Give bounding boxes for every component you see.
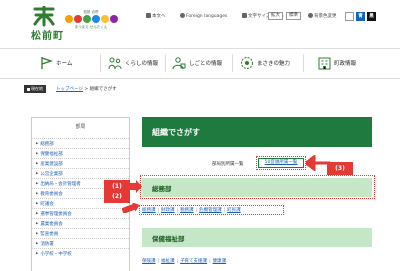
speaker-icon (146, 13, 151, 18)
sidebar-item[interactable]: 監査委員 (32, 228, 129, 237)
nav-item-government[interactable]: 町政情報 (318, 52, 356, 74)
town-logo-icon[interactable] (31, 6, 57, 27)
family-icon (108, 57, 122, 70)
annotation-box-1 (140, 175, 375, 199)
nav-item-work[interactable]: しごとの情報 (172, 52, 222, 74)
link-hoken-ka[interactable]: 保険課 (142, 259, 156, 264)
breadcrumb: トップページ > 組織でさがす (56, 87, 117, 92)
bg-black-button[interactable]: 黒 (367, 12, 376, 21)
nav-divider (232, 54, 233, 72)
annotation-callout-2: (2) (104, 190, 130, 203)
globe-icon (180, 13, 185, 18)
text-size-icon (242, 13, 247, 18)
annotation-arrow-2-icon (122, 203, 140, 213)
nav-item-home[interactable]: ホーム (40, 52, 72, 74)
breadcrumb-current: 組織でさがす (89, 87, 117, 92)
sidebar-item[interactable]: 保健福祉部 (32, 148, 129, 157)
sidebar-title: 部局 (75, 124, 86, 130)
location-icon (27, 87, 30, 91)
foreign-languages-link[interactable]: Foreign languages (180, 13, 227, 19)
palette-icon (308, 13, 313, 18)
mascot-logo: 松前 合併 まつまえ-せんたくん (61, 10, 121, 34)
breadcrumb-top-link[interactable]: トップページ (56, 87, 83, 92)
annotation-callout-3: (3) (327, 162, 353, 175)
dept-list-label: 部局別所属一覧 (212, 162, 244, 167)
link-kosodate-ka[interactable]: 子育て支援課 (180, 259, 207, 264)
nav-divider (303, 54, 304, 72)
flag-icon (41, 57, 53, 69)
nav-label-living: くらしの情報 (125, 61, 159, 67)
nav-divider (165, 54, 166, 72)
sidebar-item[interactable]: 小学校・中学校 (32, 248, 129, 257)
nav-label-home: ホーム (56, 61, 73, 67)
sidebar-item[interactable]: 選挙管理委員会 (32, 208, 129, 217)
background-color-label: 背景色変更 (308, 13, 337, 19)
enlarge-button[interactable]: 拡大 (268, 12, 283, 20)
readspeaker-link[interactable]: 本文へ (146, 13, 166, 19)
current-location-badge: 現在地 (24, 85, 46, 93)
page-title: 組織でさがす (152, 128, 200, 137)
annotation-arrow-1-icon (130, 180, 142, 193)
link-fukushi-ka[interactable]: 福祉課 (161, 259, 175, 264)
flower-icon (241, 57, 253, 69)
text-size-label: 文字サイズ (242, 13, 270, 19)
sidebar-item[interactable]: 総務部 (32, 138, 129, 147)
nav-label-government: 町政情報 (334, 61, 357, 67)
bg-white-button[interactable] (345, 12, 354, 21)
sidebar-item[interactable]: 産業建設部 (32, 158, 129, 167)
bg-blue-button[interactable]: 青 (356, 12, 365, 21)
nav-divider (100, 54, 101, 72)
nav-item-appeal[interactable]: まさきの魅力 (240, 52, 290, 74)
link-kenko-ka[interactable]: 健康課 (213, 259, 227, 264)
nav-top-divider (0, 48, 400, 49)
nav-label-work: しごとの情報 (189, 61, 222, 67)
nav-item-living[interactable]: くらしの情報 (108, 52, 158, 74)
annotation-arrow-3-icon (306, 155, 330, 171)
section-links-hokenfukushi: 保険課 | 福祉課 | 子育て支援課 | 健康課 (142, 259, 227, 264)
town-name[interactable]: 松前町 (31, 27, 64, 42)
nav-label-appeal: まさきの魅力 (257, 61, 291, 67)
building-icon (318, 57, 331, 70)
mascot-circles-icon (65, 15, 118, 23)
annotation-box-3 (256, 156, 306, 170)
standard-size-button[interactable]: 標準 (286, 12, 301, 20)
nav-bottom-divider (0, 78, 400, 79)
annotation-box-2 (139, 205, 284, 215)
mascot-caption: まつまえ-せんたくん (74, 25, 108, 29)
section-title-hokenfukushi[interactable]: 保健福祉部 (152, 233, 185, 243)
work-icon (172, 57, 186, 70)
sidebar-item[interactable]: 農業委員会 (32, 218, 129, 227)
sidebar-item[interactable]: 公営企業部 (32, 168, 129, 177)
sidebar-item[interactable]: 消防署 (32, 238, 129, 247)
